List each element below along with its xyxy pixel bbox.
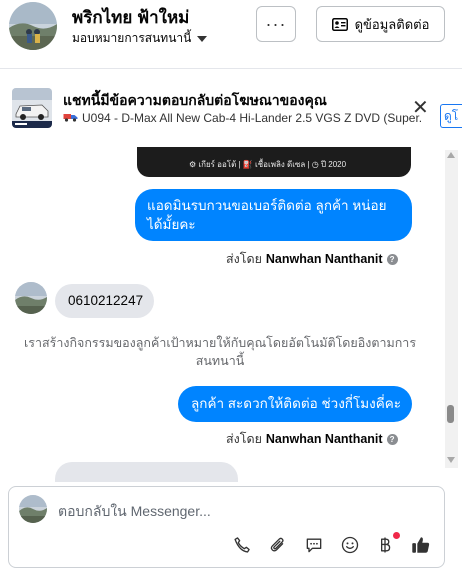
caret-down-icon xyxy=(197,36,208,42)
message-input[interactable] xyxy=(58,501,428,521)
emoji-icon[interactable] xyxy=(338,533,362,557)
notification-dot xyxy=(393,532,400,539)
sent-by-prefix: ส่งโดย xyxy=(226,252,262,266)
sender-avatar xyxy=(19,495,47,523)
scroll-up-arrow-icon[interactable] xyxy=(447,152,455,158)
page-avatar[interactable] xyxy=(9,2,57,50)
customer-avatar[interactable] xyxy=(15,282,47,314)
sent-by-caption: ส่งโดย Nanwhan Nanthanit ? xyxy=(226,429,398,449)
outgoing-message-bubble[interactable]: แอดมินรบกวนขอเบอร์ติดต่อ ลูกค้า หน่อยได้… xyxy=(135,189,412,241)
sent-by-caption: ส่งโดย Nanwhan Nanthanit ? xyxy=(226,249,398,269)
scrollbar-thumb[interactable] xyxy=(447,405,454,423)
reply-composer xyxy=(8,486,445,568)
scroll-down-arrow-icon[interactable] xyxy=(447,457,455,463)
close-icon[interactable]: ✕ xyxy=(412,98,429,118)
view-contact-label: ดูข้อมูลติดต่อ xyxy=(354,16,430,32)
help-icon[interactable]: ? xyxy=(386,433,398,445)
vehicle-ad-card[interactable]: ⚙ เกียร์ ออโต้ | ⛽ เชื้อเพลิง ดีเซล | ◷ … xyxy=(137,147,411,177)
ad-reply-banner: แชทนี้มีข้อความตอบกลับต่อโฆษณาของคุณ U09… xyxy=(0,69,462,147)
contact-card-icon xyxy=(331,17,348,31)
outgoing-message-bubble[interactable]: ลูกค้า สะดวกให้ติดต่อ ช่วงกี่โมงคี่คะ xyxy=(178,386,412,422)
more-options-button[interactable]: ··· xyxy=(256,6,296,42)
sent-by-prefix: ส่งโดย xyxy=(226,432,262,446)
view-post-button-peek[interactable]: ดูโ xyxy=(440,104,462,128)
ad-subtitle-text: U094 - D-Max All New Cab-4 Hi-Lander 2.5… xyxy=(82,111,423,125)
vehicle-ad-card-meta: ⚙ เกียร์ ออโต้ | ⛽ เชื้อเพลิง ดีเซล | ◷ … xyxy=(189,160,347,169)
page-name: พริกไทย ฟ้าใหม่ xyxy=(72,8,190,27)
system-notice: เราสร้างกิจกรรมของลูกค้าเป้าหมายให้กับคุ… xyxy=(23,336,417,368)
ad-banner-title: แชทนี้มีข้อความตอบกลับต่อโฆษณาของคุณ xyxy=(63,92,327,108)
sender-name: Nanwhan Nanthanit xyxy=(265,252,383,266)
chat-bubble-icon[interactable] xyxy=(302,533,326,557)
incoming-message-bubble[interactable]: 0610212247 xyxy=(55,284,154,318)
sender-name: Nanwhan Nanthanit xyxy=(265,432,383,446)
incoming-message-bubble-partial[interactable] xyxy=(55,462,238,482)
assign-conversation-select[interactable]: มอบหมายการสนทนานี้ xyxy=(72,29,208,48)
conversation-header: พริกไทย ฟ้าใหม่ มอบหมายการสนทนานี้ ··· ด… xyxy=(0,0,470,58)
view-contact-button[interactable]: ดูข้อมูลติดต่อ xyxy=(316,6,445,42)
help-icon[interactable]: ? xyxy=(386,253,398,265)
paperclip-icon[interactable] xyxy=(266,533,290,557)
assign-conversation-label: มอบหมายการสนทนานี้ xyxy=(72,31,192,45)
ad-banner-subtitle: U094 - D-Max All New Cab-4 Hi-Lander 2.5… xyxy=(63,111,423,125)
ad-thumbnail xyxy=(12,88,52,128)
phone-icon[interactable] xyxy=(230,533,254,557)
pickup-truck-icon xyxy=(63,111,78,125)
thumbs-up-icon[interactable] xyxy=(409,533,433,557)
